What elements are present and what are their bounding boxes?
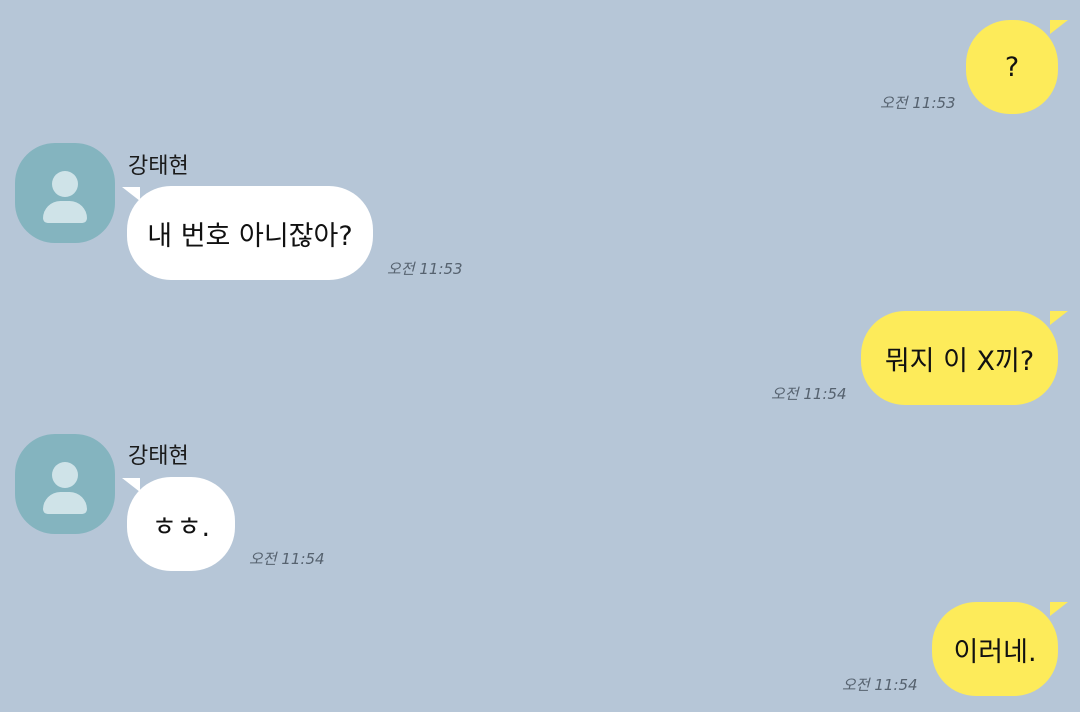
avatar-head-icon xyxy=(52,462,78,488)
message-timestamp: 오전 11:53 xyxy=(387,260,463,278)
message-bubble[interactable]: ? xyxy=(966,20,1058,114)
message-timestamp: 오전 11:54 xyxy=(842,676,918,694)
bubble-tail xyxy=(122,187,140,201)
bubble-tail xyxy=(1050,602,1068,616)
bubble-tail xyxy=(122,478,140,492)
message-timestamp: 오전 11:53 xyxy=(880,94,956,112)
avatar-head-icon xyxy=(52,171,78,197)
bubble-tail xyxy=(1050,20,1068,34)
message-bubble[interactable]: ㅎㅎ. xyxy=(127,477,235,571)
sender-name: 강태현 xyxy=(128,444,189,469)
message-bubble[interactable]: 내 번호 아니잖아? xyxy=(127,186,373,280)
message-timestamp: 오전 11:54 xyxy=(771,385,847,403)
bubble-tail xyxy=(1050,311,1068,325)
avatar[interactable] xyxy=(15,143,115,243)
avatar-body-icon xyxy=(43,492,87,514)
avatar[interactable] xyxy=(15,434,115,534)
sender-name: 강태현 xyxy=(128,154,189,179)
message-bubble[interactable]: 이러네. xyxy=(932,602,1058,696)
message-timestamp: 오전 11:54 xyxy=(249,550,325,568)
message-bubble[interactable]: 뭐지 이 X끼? xyxy=(861,311,1058,405)
avatar-body-icon xyxy=(43,201,87,223)
